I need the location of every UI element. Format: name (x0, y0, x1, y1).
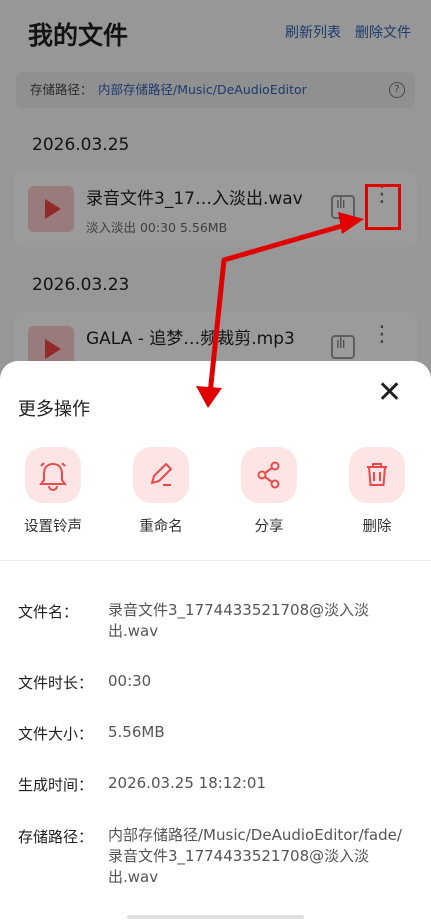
more-actions-sheet: 更多操作 ✕ 设置铃声 重命名 分享 删除 文件名： 录音文件3_1774433… (0, 361, 431, 921)
rename-button[interactable]: 重命名 (126, 447, 196, 536)
action-label: 删除 (362, 519, 392, 535)
home-indicator (127, 915, 304, 919)
info-label: 存储路径： (18, 828, 94, 846)
size-value: 5.56MB (108, 723, 165, 741)
info-label: 生成时间： (18, 776, 94, 794)
info-label: 文件时长： (18, 674, 94, 692)
sheet-title: 更多操作 (18, 399, 90, 420)
action-label: 重命名 (139, 519, 183, 535)
set-ringtone-button[interactable]: 设置铃声 (18, 447, 88, 536)
file-name-value: 录音文件3_1774433521708@淡入淡出.wav (108, 601, 370, 640)
action-label: 设置铃声 (24, 519, 82, 535)
storage-path-value: 内部存储路径/Music/DeAudioEditor/fade/录音文件3_17… (108, 826, 402, 886)
info-label: 文件大小： (18, 725, 94, 743)
highlight-box (365, 184, 401, 230)
duration-value: 00:30 (108, 672, 152, 690)
delete-button[interactable]: 删除 (342, 447, 412, 536)
bell-icon (25, 447, 81, 503)
close-icon[interactable]: ✕ (377, 378, 402, 408)
edit-icon (133, 447, 189, 503)
info-label: 文件名： (18, 603, 79, 621)
share-icon (241, 447, 297, 503)
created-time-value: 2026.03.25 18:12:01 (108, 774, 267, 792)
share-button[interactable]: 分享 (234, 447, 304, 536)
trash-icon (349, 447, 405, 503)
divider (0, 560, 431, 561)
action-label: 分享 (254, 519, 284, 535)
